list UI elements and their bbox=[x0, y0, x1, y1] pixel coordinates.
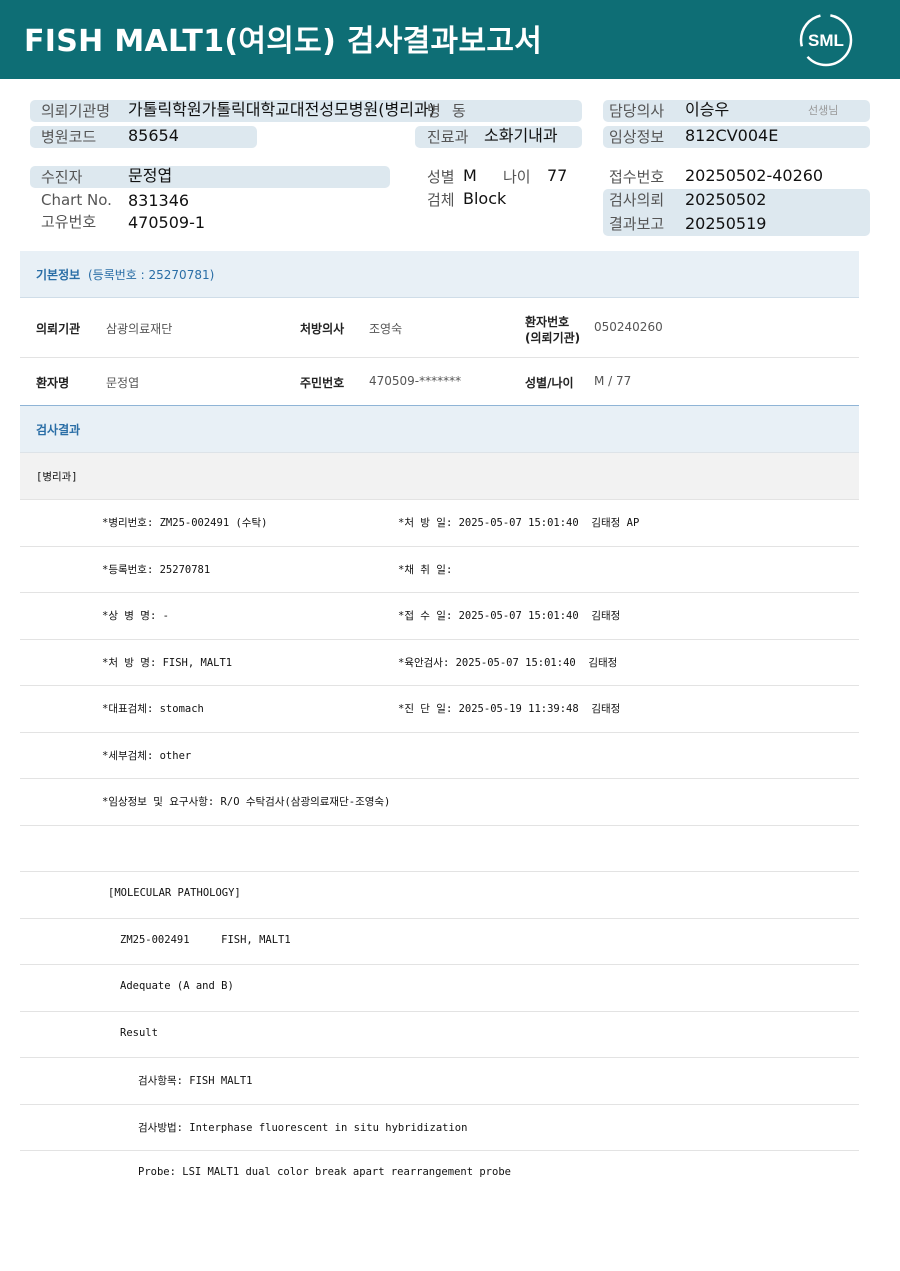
institution-label: 의뢰기관 bbox=[36, 322, 81, 336]
result-line-left: *상 병 명: - bbox=[102, 610, 169, 622]
patient-name-value: 문정엽 bbox=[106, 376, 140, 390]
doctor-suffix: 선생님 bbox=[808, 104, 839, 117]
result-line-left: *대표검체: stomach bbox=[102, 703, 204, 715]
result-line-row: *상 병 명: - *접 수 일: 2025-05-07 15:01:40 김태정 bbox=[20, 593, 859, 640]
report-value: 20250519 bbox=[685, 214, 767, 233]
basic-row-2: 환자명 문정엽 주민번호 470509-******* 성별/나이 M / 77 bbox=[20, 358, 859, 406]
uid-value: 470509-1 bbox=[128, 213, 206, 232]
result-line-row: *임상정보 및 요구사항: R/O 수탁검사(삼광의료재단-조영숙) bbox=[20, 779, 859, 826]
result-line-row: *병리번호: ZM25-002491 (수탁) *처 방 일: 2025-05-0… bbox=[20, 500, 859, 547]
specimen-value: Block bbox=[463, 189, 507, 208]
dept-row: [병리과] bbox=[20, 453, 859, 500]
doctor-value: 이승우 bbox=[685, 100, 730, 119]
result-line-right: *채 취 일: bbox=[398, 563, 453, 576]
chart-value: 831346 bbox=[128, 191, 190, 210]
dept-text: [병리과] bbox=[36, 471, 78, 483]
molecular-row: 검사항목: FISH MALT1 bbox=[20, 1058, 859, 1105]
prescriber-label: 처방의사 bbox=[300, 322, 345, 336]
result-line-left: *임상정보 및 요구사항: R/O 수탁검사(삼광의료재단-조영숙) bbox=[102, 796, 391, 808]
clinical-label: 임상정보 bbox=[609, 128, 665, 146]
result-line-row: *대표검체: stomach *진 단 일: 2025-05-19 11:39:4… bbox=[20, 686, 859, 733]
molecular-row: 검사방법: Interphase fluorescent in situ hyb… bbox=[20, 1105, 859, 1151]
patient-value: 문정엽 bbox=[128, 166, 173, 185]
logo-text: SML bbox=[808, 31, 844, 50]
basic-info-title: 기본정보 bbox=[36, 268, 81, 282]
patient-no-value: 050240260 bbox=[594, 320, 663, 334]
result-line-left: *등록번호: 25270781 bbox=[102, 563, 211, 576]
molecular-text: ZM25-002491 FISH, MALT1 bbox=[120, 933, 291, 946]
rrn-label: 주민번호 bbox=[300, 376, 345, 390]
molecular-row: Probe: LSI MALT1 dual color break apart … bbox=[20, 1151, 859, 1198]
patient-no-label-2: (의뢰기관) bbox=[525, 331, 581, 345]
age-value: 77 bbox=[547, 166, 568, 185]
result-line-right: *접 수 일: 2025-05-07 15:01:40 김태정 bbox=[398, 610, 621, 622]
prescriber-value: 조영숙 bbox=[369, 322, 403, 336]
hospital-value: 가톨릭학원가톨릭대학교대전성모병원(병리과) bbox=[128, 100, 435, 119]
receipt-value: 20250502-40260 bbox=[685, 166, 824, 185]
doctor-label: 담당의사 bbox=[609, 102, 665, 120]
patient-label: 수진자 bbox=[41, 168, 83, 186]
basic-info-subtitle: (등록번호 : 25270781) bbox=[88, 268, 215, 282]
sex-age-label: 성별/나이 bbox=[525, 376, 574, 390]
chart-label: Chart No. bbox=[41, 191, 112, 209]
specimen-label: 검체 bbox=[427, 191, 455, 209]
rrn-value: 470509-******* bbox=[369, 374, 462, 388]
uid-label: 고유번호 bbox=[41, 213, 97, 231]
molecular-text: 검사항목: FISH MALT1 bbox=[138, 1075, 253, 1087]
sml-logo-icon: SML bbox=[799, 13, 853, 67]
code-value: 85654 bbox=[128, 126, 179, 145]
molecular-row: Adequate (A and B) bbox=[20, 965, 859, 1012]
ward-value: 동 bbox=[452, 102, 466, 120]
report-label: 결과보고 bbox=[609, 215, 665, 233]
result-header: 검사결과 bbox=[20, 406, 859, 453]
molecular-text: Probe: LSI MALT1 dual color break apart … bbox=[138, 1166, 511, 1178]
sex-age-value: M / 77 bbox=[594, 374, 632, 388]
result-line-left: *세부검체: other bbox=[102, 749, 192, 762]
result-line-right: *진 단 일: 2025-05-19 11:39:48 김태정 bbox=[398, 703, 621, 715]
basic-info-header: 기본정보 (등록번호 : 25270781) bbox=[20, 251, 859, 298]
molecular-row: ZM25-002491 FISH, MALT1 bbox=[20, 919, 859, 965]
result-line-right: *처 방 일: 2025-05-07 15:01:40 김태정 AP bbox=[398, 517, 640, 529]
sex-value: M bbox=[463, 166, 477, 185]
result-line-row: *세부검체: other bbox=[20, 733, 859, 779]
result-line-left: *처 방 명: FISH, MALT1 bbox=[102, 656, 233, 669]
request-label: 검사의뢰 bbox=[609, 191, 665, 209]
age-label: 나이 bbox=[503, 168, 531, 186]
result-title: 검사결과 bbox=[36, 423, 81, 437]
basic-row-1: 의뢰기관 삼광의료재단 처방의사 조영숙 환자번호 (의뢰기관) 0502402… bbox=[20, 298, 859, 358]
institution-value: 삼광의료재단 bbox=[106, 322, 173, 336]
report-title: FISH MALT1(여의도) 검사결과보고서 bbox=[24, 24, 543, 59]
result-line-row: *처 방 명: FISH, MALT1 *육안검사: 2025-05-07 15:… bbox=[20, 640, 859, 686]
dept-value: 소화기내과 bbox=[484, 126, 558, 145]
request-value: 20250502 bbox=[685, 190, 767, 209]
ward-label: 병 bbox=[427, 102, 441, 120]
patient-name-label: 환자명 bbox=[36, 376, 70, 390]
sex-label: 성별 bbox=[427, 168, 455, 186]
molecular-text: 검사방법: Interphase fluorescent in situ hyb… bbox=[138, 1121, 468, 1134]
dept-label: 진료과 bbox=[427, 128, 469, 146]
clinical-value: 812CV004E bbox=[685, 126, 779, 145]
spacer-row bbox=[20, 826, 859, 872]
report-header: FISH MALT1(여의도) 검사결과보고서 SML bbox=[0, 0, 900, 79]
code-label: 병원코드 bbox=[41, 128, 97, 146]
result-line-left: *병리번호: ZM25-002491 (수탁) bbox=[102, 517, 268, 529]
result-line-row: *등록번호: 25270781 *채 취 일: bbox=[20, 547, 859, 593]
molecular-text: Adequate (A and B) bbox=[120, 980, 234, 992]
result-line-right: *육안검사: 2025-05-07 15:01:40 김태정 bbox=[398, 656, 618, 669]
molecular-text: Result bbox=[120, 1026, 158, 1039]
patient-no-label-1: 환자번호 bbox=[525, 315, 570, 329]
molecular-row: Result bbox=[20, 1012, 859, 1058]
hospital-label: 의뢰기관명 bbox=[41, 102, 111, 120]
receipt-label: 접수번호 bbox=[609, 168, 665, 186]
molecular-text: [MOLECULAR PATHOLOGY] bbox=[108, 887, 241, 899]
molecular-row: [MOLECULAR PATHOLOGY] bbox=[20, 872, 859, 919]
patient-pill bbox=[30, 166, 390, 188]
